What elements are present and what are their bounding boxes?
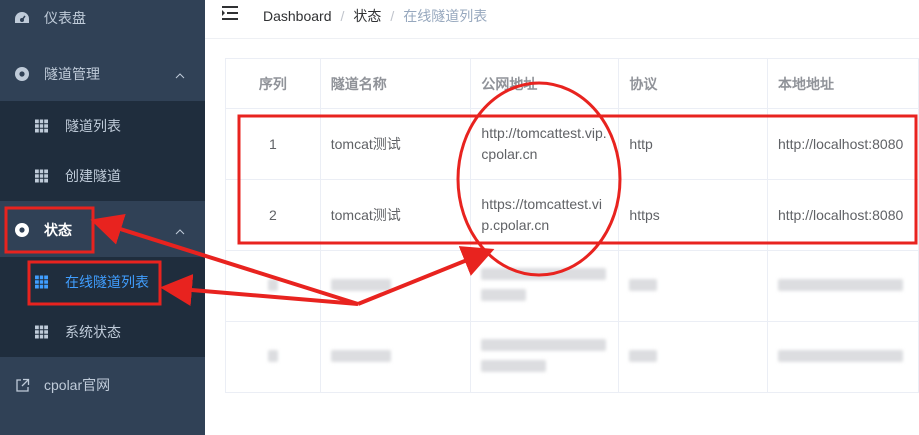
chevron-up-icon [175,66,185,82]
sidebar-item-system-status[interactable]: 系统状态 [0,307,205,357]
external-link-icon [14,377,30,393]
sidebar-item-tunnel-management[interactable]: 隧道管理 [0,49,205,99]
column-header-local-address: 本地地址 [766,58,919,109]
sidebar-item-label: 系统状态 [65,324,121,340]
dashboard-icon [14,10,30,26]
breadcrumb-separator: / [340,8,345,24]
cell-blurred [618,321,768,393]
grid-icon [35,119,48,133]
column-header-index: 序列 [225,58,321,109]
sidebar-item-label: cpolar官网 [44,377,111,393]
public-address-line: https://tomcattest.vi [481,196,603,212]
breadcrumb-item-status[interactable]: 状态 [353,8,381,24]
cell-blurred [470,250,620,322]
breadcrumb-item-current: 在线隧道列表 [403,8,488,24]
cell-public-address[interactable]: http://tomcattest.vip. cpolar.cn [470,108,620,180]
cell-blurred [618,250,768,322]
sidebar-item-cpolar-site[interactable]: cpolar官网 [0,360,205,410]
cell-blurred [319,321,472,393]
sidebar-item-online-tunnels[interactable]: 在线隧道列表 [0,257,205,307]
column-header-name: 隧道名称 [319,58,472,109]
cell-blurred [766,250,919,322]
public-address-line: http://tomcattest.vip. [481,125,607,141]
cell-local-address: http://localhost:8080 [766,179,919,251]
cell-name: tomcat测试 [319,179,472,251]
breadcrumb-item-dashboard[interactable]: Dashboard [263,8,332,24]
cell-blurred [225,321,321,393]
hamburger-icon[interactable] [221,5,239,26]
sidebar: 仪表盘 隧道管理 隧道列表 创建隧道 状态 在线隧道列表 系统状态 cpolar… [0,0,205,435]
table-row: 1 tomcat测试 http://tomcattest.vip. cpolar.… [225,108,919,180]
sidebar-item-label: 隧道列表 [65,118,121,134]
column-header-public-address: 公网地址 [470,58,620,109]
cell-protocol: https [618,179,768,251]
cell-blurred [470,321,620,393]
breadcrumb-separator: / [390,8,395,24]
cell-blurred [766,321,919,393]
column-header-protocol: 协议 [618,58,768,109]
table-row: 2 tomcat测试 https://tomcattest.vi p.cpolar… [225,179,919,251]
gear-icon [14,222,30,238]
public-address-line: cpolar.cn [481,146,538,162]
sidebar-item-label: 隧道管理 [44,66,100,82]
cell-name: tomcat测试 [319,108,472,180]
public-address-line: p.cpolar.cn [481,217,550,233]
sidebar-item-label: 仪表盘 [44,10,86,26]
cell-blurred [225,250,321,322]
grid-icon [35,325,48,339]
cell-local-address: http://localhost:8080 [766,108,919,180]
online-tunnels-table: 序列 隧道名称 公网地址 协议 本地地址 1 tomcat测试 http://t… [225,58,919,393]
sidebar-item-label: 状态 [44,222,72,238]
grid-icon [35,169,48,183]
breadcrumb: Dashboard / 状态 / 在线隧道列表 [263,6,487,26]
sidebar-item-label: 创建隧道 [65,168,121,184]
table-row-blurred [225,321,919,393]
cell-protocol: http [618,108,768,180]
sidebar-item-dashboard[interactable]: 仪表盘 [0,0,205,43]
sidebar-item-tunnel-list[interactable]: 隧道列表 [0,101,205,151]
cell-public-address[interactable]: https://tomcattest.vi p.cpolar.cn [470,179,620,251]
cell-index: 1 [225,108,321,180]
chevron-up-icon [175,222,185,238]
cell-index: 2 [225,179,321,251]
gear-icon [14,66,30,82]
grid-icon [35,275,48,289]
sidebar-item-status[interactable]: 状态 [0,205,205,255]
top-navbar: Dashboard / 状态 / 在线隧道列表 [205,0,919,30]
table-row-blurred [225,250,919,322]
sidebar-item-create-tunnel[interactable]: 创建隧道 [0,151,205,201]
sidebar-item-label: 在线隧道列表 [65,274,149,290]
cell-blurred [319,250,472,322]
table-header-row: 序列 隧道名称 公网地址 协议 本地地址 [225,58,919,109]
